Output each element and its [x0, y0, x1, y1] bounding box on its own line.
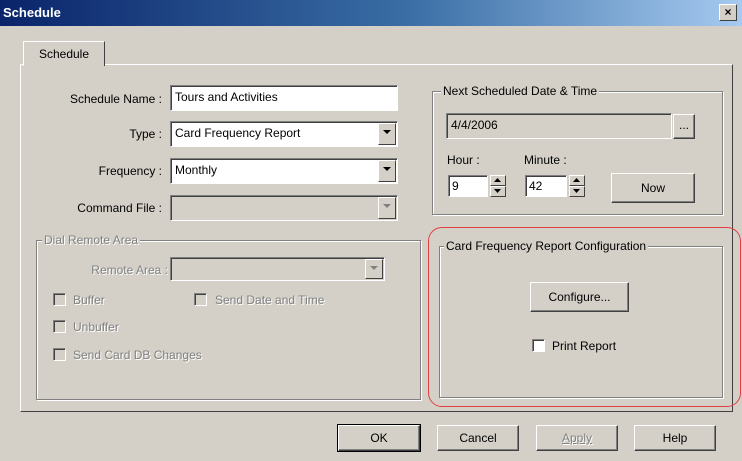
command-file-label: Command File :: [77, 201, 162, 215]
arrow-up-icon: [494, 178, 501, 182]
tab-schedule[interactable]: Schedule: [23, 41, 105, 66]
highlight-annotation: [428, 227, 741, 407]
send-card-db-changes-label: Send Card DB Changes: [73, 348, 202, 362]
hour-spinner[interactable]: [490, 175, 506, 197]
now-button[interactable]: Now: [611, 173, 695, 203]
next-scheduled-legend: Next Scheduled Date & Time: [441, 84, 600, 98]
remote-area-label: Remote Area :: [91, 263, 168, 277]
arrow-down-icon: [573, 189, 580, 193]
chevron-down-icon: [370, 266, 378, 270]
chevron-down-icon: [383, 130, 391, 134]
apply-button[interactable]: Apply: [536, 425, 618, 451]
ok-button[interactable]: OK: [337, 424, 421, 452]
minute-up-button[interactable]: [569, 175, 585, 186]
buffer-checkbox[interactable]: [53, 293, 66, 306]
chevron-down-icon: [383, 167, 391, 171]
title-bar: Schedule ×: [0, 0, 742, 26]
minute-input[interactable]: 42: [525, 175, 567, 197]
frequency-select[interactable]: Monthly: [170, 158, 398, 184]
command-file-dropdown-button[interactable]: [378, 197, 396, 219]
buffer-label: Buffer: [73, 293, 105, 307]
type-select[interactable]: Card Frequency Report: [170, 121, 398, 147]
minute-spinner[interactable]: [569, 175, 585, 197]
chevron-down-icon: [383, 204, 391, 208]
schedule-name-input[interactable]: Tours and Activities: [170, 85, 398, 111]
help-button[interactable]: Help: [634, 425, 716, 451]
frequency-dropdown-button[interactable]: [378, 160, 396, 182]
send-card-db-changes-checkbox[interactable]: [53, 348, 66, 361]
hour-down-button[interactable]: [490, 186, 506, 197]
remote-area-dropdown-button[interactable]: [365, 259, 383, 279]
send-date-time-checkbox[interactable]: [194, 293, 207, 306]
unbuffer-checkbox[interactable]: [53, 320, 66, 333]
hour-label: Hour :: [447, 153, 480, 167]
frequency-select-value: Monthly: [175, 163, 218, 177]
date-picker-button[interactable]: ...: [673, 114, 695, 139]
type-label: Type :: [129, 127, 162, 141]
next-date-field: 4/4/2006: [446, 113, 672, 139]
cancel-button[interactable]: Cancel: [437, 425, 519, 451]
dial-remote-area-legend: Dial Remote Area: [42, 233, 141, 247]
arrow-down-icon: [494, 189, 501, 193]
remote-area-select[interactable]: [170, 257, 385, 281]
command-file-select[interactable]: [170, 195, 398, 221]
minute-down-button[interactable]: [569, 186, 585, 197]
frequency-label: Frequency :: [98, 164, 162, 178]
unbuffer-label: Unbuffer: [73, 320, 119, 334]
close-icon: ×: [724, 5, 732, 19]
schedule-dialog: Schedule × Schedule Schedule Name : Tour…: [0, 0, 742, 461]
type-dropdown-button[interactable]: [378, 123, 396, 145]
minute-label: Minute :: [524, 153, 567, 167]
type-select-value: Card Frequency Report: [175, 126, 301, 140]
arrow-up-icon: [573, 178, 580, 182]
hour-up-button[interactable]: [490, 175, 506, 186]
close-button[interactable]: ×: [719, 4, 737, 21]
hour-input[interactable]: 9: [448, 175, 488, 197]
send-date-time-label: Send Date and Time: [215, 293, 325, 307]
schedule-name-label: Schedule Name :: [69, 92, 162, 106]
window-title: Schedule: [3, 5, 61, 20]
